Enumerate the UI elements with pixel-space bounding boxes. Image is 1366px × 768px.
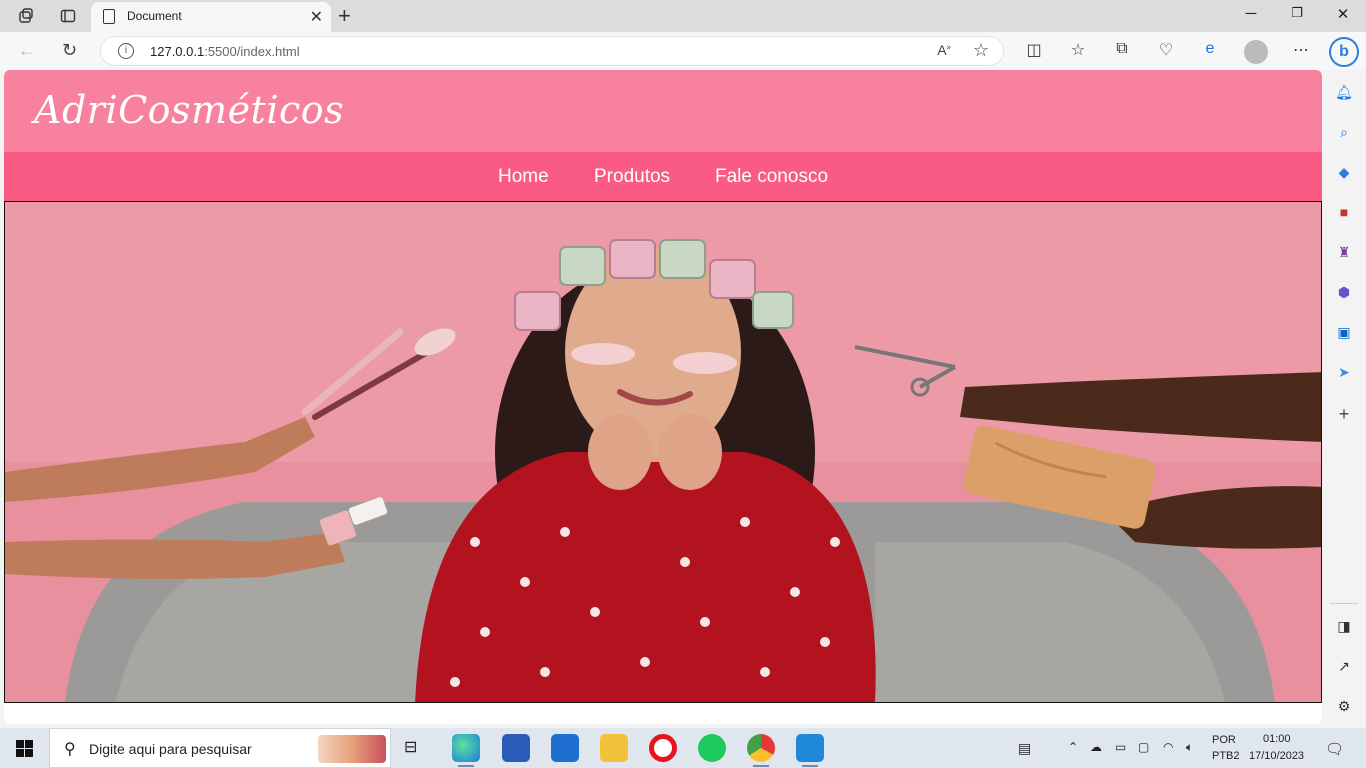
restore-button[interactable]: ❐	[1282, 5, 1312, 21]
url-text: 127.0.0.1:5500/index.html	[150, 44, 300, 59]
store-taskbar-icon[interactable]	[502, 734, 530, 762]
site-header: AdriCosméticos	[4, 70, 1322, 152]
clock-time[interactable]: 01:00	[1263, 733, 1291, 745]
url-host: 127.0.0.1	[150, 44, 205, 59]
meet-camera-icon[interactable]: ▭	[1115, 740, 1126, 754]
news-widget-icon[interactable]: ▤	[1018, 740, 1031, 757]
split-screen-icon[interactable]: ◫	[1023, 40, 1045, 60]
page-viewport: AdriCosméticos Home Produtos Fale conosc…	[4, 70, 1322, 724]
browser-title-bar: Document ✕ + ─ ❐ ✕	[0, 0, 1366, 32]
tools-briefcase-icon[interactable]: ■	[1335, 203, 1353, 221]
vscode-taskbar-icon[interactable]	[796, 734, 824, 767]
clock-date[interactable]: 17/10/2023	[1249, 750, 1304, 762]
windows-start-icon[interactable]	[16, 740, 33, 757]
site-info-icon[interactable]: i	[118, 43, 134, 59]
nav-link-fale-conosco[interactable]: Fale conosco	[715, 166, 828, 188]
send-drop-icon[interactable]: ➤	[1335, 363, 1353, 381]
favorites-icon[interactable]: ☆	[1067, 40, 1089, 60]
more-menu-icon[interactable]: ⋯	[1290, 40, 1312, 60]
document-icon	[103, 9, 115, 24]
hero-banner-image	[4, 201, 1322, 703]
nav-link-home[interactable]: Home	[498, 166, 549, 188]
chrome-taskbar-icon[interactable]	[747, 734, 775, 767]
address-bar[interactable]: i 127.0.0.1:5500/index.html A» ☆	[100, 36, 1004, 66]
windows-taskbar: ⚲ Digite aqui para pesquisar ⊟ ▤ ⌃ ☁ ▭ ▢…	[0, 728, 1366, 768]
taskbar-search-box[interactable]: ⚲ Digite aqui para pesquisar	[49, 728, 391, 768]
add-sidebar-app-icon[interactable]: +	[1335, 404, 1353, 424]
refresh-button[interactable]: ↻	[62, 40, 77, 61]
settings-gear-icon[interactable]: ⚙	[1335, 697, 1353, 715]
search-magnifier-icon: ⚲	[64, 741, 76, 758]
tab-actions-icon[interactable]	[58, 6, 78, 26]
site-nav: Home Produtos Fale conosco	[4, 152, 1322, 201]
task-view-icon[interactable]: ⊟	[404, 737, 417, 757]
site-logo[interactable]: AdriCosméticos	[34, 88, 344, 132]
keyboard-layout-indicator[interactable]: PTB2	[1212, 750, 1240, 762]
onedrive-cloud-icon[interactable]: ☁	[1090, 740, 1102, 754]
language-indicator[interactable]: POR	[1212, 734, 1236, 746]
minimize-button[interactable]: ─	[1236, 5, 1266, 22]
show-hidden-icons-icon[interactable]: ⌃	[1068, 740, 1078, 754]
tab-document[interactable]: Document ✕	[91, 2, 331, 32]
hide-sidebar-icon[interactable]: ◨	[1335, 617, 1353, 635]
volume-icon[interactable]: 🔈︎	[1186, 740, 1193, 755]
spotify-taskbar-icon[interactable]	[698, 734, 726, 762]
workspaces-icon[interactable]	[16, 6, 36, 26]
browser-toolbar: ← ↻ i 127.0.0.1:5500/index.html A» ☆ ◫ ☆…	[0, 32, 1366, 70]
url-path: :5500/index.html	[204, 44, 300, 59]
back-button[interactable]: ←	[18, 40, 36, 61]
opera-taskbar-icon[interactable]	[649, 734, 677, 762]
profile-avatar[interactable]	[1244, 40, 1268, 64]
games-chess-icon[interactable]: ♜	[1335, 243, 1353, 261]
read-aloud-icon[interactable]: A»	[937, 42, 951, 58]
new-tab-button[interactable]: +	[338, 3, 351, 29]
close-tab-icon[interactable]: ✕	[310, 7, 323, 27]
edge-bar-icon[interactable]: e	[1199, 40, 1221, 58]
search-placeholder: Digite aqui para pesquisar	[89, 741, 252, 757]
file-explorer-icon[interactable]	[600, 734, 628, 762]
close-window-button[interactable]: ✕	[1328, 5, 1358, 23]
tab-title: Document	[127, 9, 182, 23]
notification-bell-icon[interactable]: 🔔︎	[1335, 83, 1353, 101]
favorite-star-icon[interactable]: ☆	[973, 40, 989, 61]
search-icon[interactable]: ⌕	[1335, 123, 1353, 141]
search-highlight-icon[interactable]	[318, 735, 386, 763]
nav-link-produtos[interactable]: Produtos	[594, 166, 670, 188]
browser-essentials-icon[interactable]: ♡	[1155, 40, 1177, 60]
mail-taskbar-icon[interactable]	[551, 734, 579, 762]
edge-sidebar: 🔔︎ ⌕ ◆ ■ ♜ ⬢ ▣ ➤ + ◨ ↗ ⚙	[1322, 70, 1366, 728]
shopping-tag-icon[interactable]: ◆	[1335, 163, 1353, 181]
edge-taskbar-icon[interactable]	[452, 734, 480, 767]
open-external-icon[interactable]: ↗	[1335, 657, 1353, 675]
sidebar-divider	[1330, 603, 1358, 604]
notifications-icon[interactable]: 🗨︎	[1325, 740, 1344, 758]
wifi-icon[interactable]: ◠	[1163, 740, 1173, 754]
collections-icon[interactable]: ⧉	[1111, 40, 1133, 58]
battery-icon[interactable]: ▢	[1138, 740, 1149, 754]
microsoft365-icon[interactable]: ⬢	[1335, 283, 1353, 301]
copilot-icon[interactable]: b	[1329, 37, 1359, 67]
outlook-icon[interactable]: ▣	[1335, 323, 1353, 341]
hero-illustration	[5, 202, 1321, 702]
